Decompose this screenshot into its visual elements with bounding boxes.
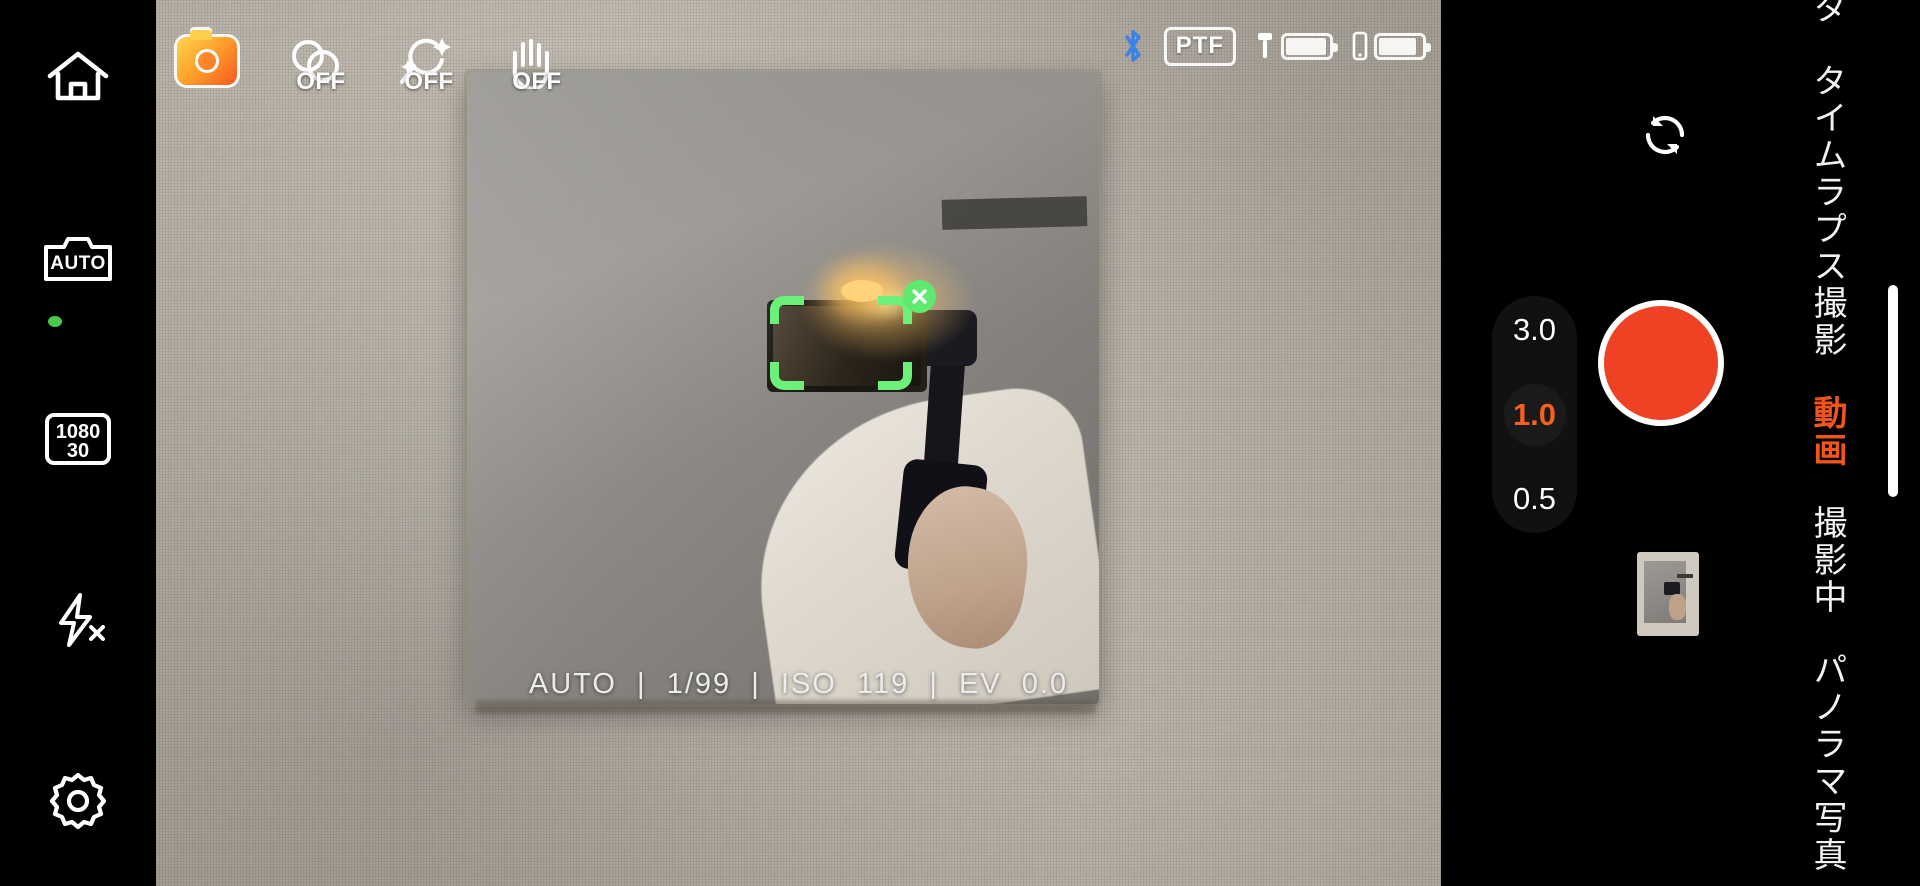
beauty-toggle-button[interactable]: OFF (386, 24, 460, 98)
phone-battery-status (1351, 31, 1431, 61)
beauty-state-label: OFF (404, 68, 454, 95)
exposure-readout: AUTO | 1/99 | ISO 119 | EV 0.0 (528, 668, 1069, 700)
bluetooth-icon (1124, 30, 1141, 62)
status-bar: PTF (1120, 26, 1431, 66)
zoom-max-label: 3.0 (1512, 312, 1557, 347)
flash-off-button[interactable] (41, 583, 115, 657)
gesture-state-label: OFF (512, 68, 562, 95)
camera-mode-icon (177, 30, 237, 85)
flash-off-icon (59, 593, 105, 647)
camera-viewfinder[interactable]: AUTO | 1/99 | ISO 119 | EV 0.0 (156, 0, 1441, 886)
mode-item-panorama[interactable]: パノラマ写真 (1808, 652, 1846, 874)
zoom-current-value[interactable]: 1.0 (1503, 383, 1566, 446)
thumbnail-shelf (1677, 574, 1693, 578)
tracking-corner-bottom-right (878, 362, 912, 390)
tracking-corner-top-left (770, 296, 804, 324)
tracking-corner-bottom-left (770, 362, 804, 390)
home-icon (47, 51, 109, 101)
mirror-base-shadow (476, 700, 1096, 714)
auto-mode-button[interactable]: AUTO (41, 221, 115, 295)
gimbal-icon (1258, 33, 1272, 58)
subject-tracking-box[interactable] (770, 280, 936, 390)
recording-indicator-dot (48, 316, 62, 327)
last-capture-thumbnail[interactable] (1637, 552, 1699, 636)
hdr-toggle-button[interactable]: OFF (278, 24, 352, 98)
camera-app-screen: AUTO | 1/99 | ISO 119 | EV 0.0 OFF OFF O… (0, 0, 1920, 886)
left-rail: AUTO 1080 30 (0, 0, 156, 886)
camera-lens-icon (195, 49, 219, 73)
gesture-toggle-button[interactable]: OFF (494, 24, 568, 98)
thumbnail-hand (1669, 594, 1686, 620)
tracking-close-icon[interactable] (903, 280, 936, 313)
hdr-state-label: OFF (296, 68, 346, 95)
auto-mode-icon: AUTO (44, 237, 112, 281)
mode-item-shooting[interactable]: 撮影中 (1808, 505, 1846, 616)
record-button[interactable] (1598, 300, 1724, 426)
module-badge: PTF (1163, 26, 1236, 66)
resolution-button[interactable]: 1080 30 (41, 402, 115, 476)
svg-text:30: 30 (67, 440, 89, 462)
zoom-min-label: 0.5 (1512, 481, 1557, 516)
home-indicator[interactable] (1888, 285, 1898, 497)
svg-text:AUTO: AUTO (50, 253, 105, 274)
settings-button[interactable] (41, 764, 115, 838)
reflected-shelf (941, 196, 1088, 230)
top-toolbar: OFF OFF OFF (170, 24, 568, 98)
phone-icon (1352, 31, 1368, 61)
resolution-icon: 1080 30 (45, 413, 111, 465)
home-button[interactable] (41, 40, 115, 114)
zoom-slider[interactable]: 3.0 1.0 0.5 (1492, 296, 1577, 533)
camera-flip-icon (1645, 115, 1685, 155)
mode-selector: パノラマ写真 撮影中 動画 タイムラプス撮影 動くタ (1796, 0, 1858, 886)
phone-battery-icon (1374, 32, 1431, 60)
camera-mode-button[interactable] (170, 24, 244, 98)
settings-gear-icon (49, 772, 107, 830)
mode-item-motion-timelapse[interactable]: 動くタ (1808, 0, 1846, 27)
mode-item-video[interactable]: 動画 (1808, 395, 1846, 469)
gimbal-battery-icon (1281, 32, 1338, 60)
mode-item-timelapse[interactable]: タイムラプス撮影 (1808, 63, 1846, 359)
gimbal-battery-status (1254, 31, 1338, 61)
camera-flip-button[interactable] (1633, 103, 1697, 167)
